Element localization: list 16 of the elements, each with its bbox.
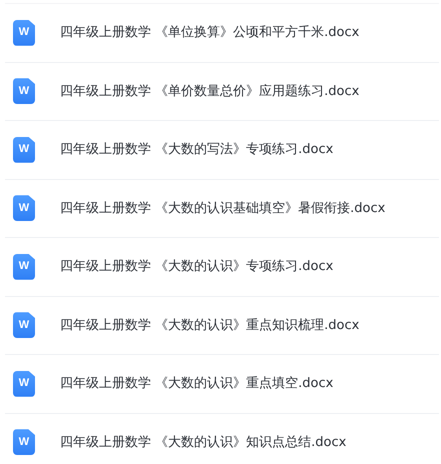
word-file-icon: W bbox=[13, 312, 35, 338]
word-file-icon: W bbox=[13, 136, 35, 163]
word-file-icon: W bbox=[13, 429, 35, 456]
file-name[interactable]: 四年级上册数学 《大数的认识》重点知识梳理.docx bbox=[60, 316, 360, 335]
word-file-icon: W bbox=[13, 20, 35, 46]
file-name[interactable]: 四年级上册数学 《大数的认识》知识点总结.docx bbox=[60, 432, 346, 452]
word-file-icon: W bbox=[13, 78, 35, 104]
file-name[interactable]: 四年级上册数学 《大数的认识》专项练习.docx bbox=[60, 257, 334, 276]
word-file-icon: W bbox=[13, 370, 35, 397]
file-name[interactable]: 四年级上册数学 《大数的认识基础填空》暑假衔接.docx bbox=[60, 198, 386, 218]
file-name[interactable]: 四年级上册数学 《单价数量总价》应用题练习.docx bbox=[60, 82, 360, 101]
file-name[interactable]: 四年级上册数学 《单位换算》公顷和平方千米.docx bbox=[60, 23, 360, 42]
word-file-icon: W bbox=[13, 195, 35, 222]
file-name[interactable]: 四年级上册数学 《大数的认识》重点填空.docx bbox=[60, 374, 334, 394]
file-name[interactable]: 四年级上册数学 《大数的写法》专项练习.docx bbox=[60, 140, 334, 160]
word-file-icon: W bbox=[13, 254, 35, 280]
